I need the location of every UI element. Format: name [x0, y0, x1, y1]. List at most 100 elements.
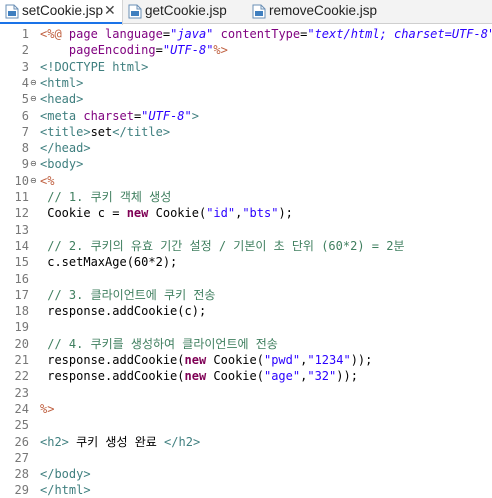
code-line[interactable]: 14 // 2. 쿠키의 유효 기간 설정 / 기본이 초 단위 (60*2) …: [0, 238, 492, 254]
fold-toggle-icon[interactable]: ⊖: [30, 156, 37, 172]
code-line[interactable]: 24 %>: [0, 401, 492, 417]
code-line[interactable]: 20 // 4. 쿠키를 생성하여 클라이언트에 전송: [0, 336, 492, 352]
fold-toggle-icon[interactable]: ⊖: [30, 91, 37, 107]
line-number: 23: [14, 385, 29, 400]
line-number: 22: [14, 369, 29, 384]
line-number: 18: [14, 304, 29, 319]
code-line[interactable]: 15 c.setMaxAge(60*2);: [0, 254, 492, 270]
tab-label: getCookie.jsp: [145, 3, 227, 18]
code-token: "UTF-8": [141, 108, 192, 123]
code-text: <html>: [40, 75, 83, 91]
code-token: // 2. 쿠키의 유효 기간 설정 / 기본이 초 단위 (60*2) = 2…: [40, 238, 405, 253]
code-line[interactable]: 21 response.addCookie(new Cookie("pwd","…: [0, 352, 492, 368]
code-line[interactable]: 6 <meta charset="UTF-8">: [0, 108, 492, 124]
code-text: <!DOCTYPE html>: [40, 59, 148, 75]
code-line[interactable]: 23: [0, 385, 492, 401]
fold-toggle-icon[interactable]: ⊖: [30, 75, 37, 91]
code-text: // 2. 쿠키의 유효 기간 설정 / 기본이 초 단위 (60*2) = 2…: [40, 238, 404, 254]
code-token: Cookie(: [206, 353, 264, 367]
code-token: Cookie(: [148, 206, 207, 221]
line-number: 26: [14, 434, 29, 449]
line-number: 6: [21, 108, 29, 123]
code-line[interactable]: 10 ⊖ <%: [0, 173, 492, 189]
line-number: 28: [14, 467, 29, 482]
code-line[interactable]: 28 </body>: [0, 466, 492, 482]
code-line[interactable]: 11 // 1. 쿠키 객체 생성: [0, 189, 492, 205]
code-token: </body>: [40, 467, 91, 482]
code-token: <!DOCTYPE html>: [40, 59, 149, 74]
code-token: <html>: [40, 75, 84, 90]
code-line[interactable]: 13: [0, 222, 492, 238]
code-token: "pwd": [263, 353, 301, 367]
code-line[interactable]: 25: [0, 417, 492, 433]
code-text: <meta charset="UTF-8">: [40, 108, 199, 124]
line-number: 14: [14, 238, 29, 253]
code-line[interactable]: 22 response.addCookie(new Cookie("age","…: [0, 368, 492, 384]
code-line[interactable]: 5 ⊖ <head>: [0, 91, 492, 107]
line-number: 25: [14, 418, 29, 433]
line-number: 11: [14, 190, 29, 204]
code-token: <h2>: [40, 434, 69, 449]
code-token: "java": [170, 27, 214, 41]
code-text: </html>: [40, 482, 91, 498]
code-token: <head>: [40, 92, 84, 107]
code-token: Cookie(: [206, 369, 264, 384]
code-token: <%: [40, 173, 55, 188]
code-token: >: [191, 108, 199, 123]
code-line[interactable]: 18 response.addCookie(c);: [0, 303, 492, 319]
tab-setcookie[interactable]: setCookie.jsp ✕: [0, 0, 123, 25]
tab-getcookie[interactable]: getCookie.jsp: [123, 0, 247, 24]
jsp-file-icon: [5, 4, 19, 19]
line-number: 17: [14, 287, 29, 302]
code-text: // 3. 클라이언트에 쿠키 전송: [40, 287, 215, 303]
code-line[interactable]: 8 </head>: [0, 140, 492, 156]
line-number: 12: [14, 206, 29, 221]
code-token: ));: [336, 369, 358, 384]
code-token: language: [105, 27, 163, 41]
code-token: new: [184, 369, 207, 384]
jsp-file-icon: [128, 4, 142, 19]
code-token: contentType: [213, 27, 301, 41]
line-number: 4: [21, 75, 29, 90]
code-line[interactable]: 17 // 3. 클라이언트에 쿠키 전송: [0, 287, 492, 303]
code-token: // 1. 쿠키 객체 생성: [40, 190, 172, 204]
code-line[interactable]: 16: [0, 271, 492, 287]
line-number: 15: [14, 255, 29, 270]
close-icon[interactable]: ✕: [104, 2, 116, 19]
code-text: pageEncoding="UTF-8"%>: [40, 42, 228, 58]
line-number: 2: [21, 43, 29, 58]
code-line[interactable]: 1 <%@ page language="java" contentType="t…: [0, 26, 492, 42]
code-line[interactable]: 29 </html>: [0, 482, 492, 498]
code-line[interactable]: 4 ⊖ <html>: [0, 75, 492, 91]
code-line[interactable]: 9 ⊖ <body>: [0, 156, 492, 172]
code-editor[interactable]: 1 <%@ page language="java" contentType="t…: [0, 24, 492, 497]
code-text: c.setMaxAge(60*2);: [40, 254, 177, 270]
tab-removecookie[interactable]: removeCookie.jsp: [247, 0, 387, 24]
code-token: </title>: [112, 124, 171, 139]
code-text: // 4. 쿠키를 생성하여 클라이언트에 전송: [40, 336, 278, 352]
fold-toggle-icon[interactable]: ⊖: [30, 173, 37, 189]
tab-label: setCookie.jsp: [22, 3, 104, 18]
code-token: response.addCookie(: [40, 369, 185, 384]
code-text: %>: [40, 401, 54, 417]
line-number: 7: [21, 124, 29, 139]
code-line[interactable]: 26 <h2> 쿠키 생성 완료 </h2>: [0, 434, 492, 450]
code-text: response.addCookie(c);: [40, 303, 206, 319]
code-line[interactable]: 2 pageEncoding="UTF-8"%>: [0, 42, 492, 58]
code-line[interactable]: 7 <title>set</title>: [0, 124, 492, 140]
code-token: page: [68, 27, 106, 41]
code-line[interactable]: 27: [0, 450, 492, 466]
code-token: =: [162, 27, 171, 41]
code-line[interactable]: 3 <!DOCTYPE html>: [0, 59, 492, 75]
code-text: </head>: [40, 140, 91, 156]
line-number: 1: [21, 27, 29, 41]
code-text: <h2> 쿠키 생성 완료 </h2>: [40, 434, 200, 450]
code-line[interactable]: 12 Cookie c = new Cookie("id","bts");: [0, 205, 492, 221]
code-token: "UTF-8": [162, 43, 214, 58]
code-token: </h2>: [164, 434, 201, 449]
code-line[interactable]: 19: [0, 319, 492, 335]
line-number: 29: [14, 483, 29, 498]
editor-tab-bar: setCookie.jsp ✕ getCookie.jsp removeCook…: [0, 0, 492, 25]
code-token: set: [90, 124, 113, 139]
code-token: pageEncoding: [68, 43, 156, 58]
